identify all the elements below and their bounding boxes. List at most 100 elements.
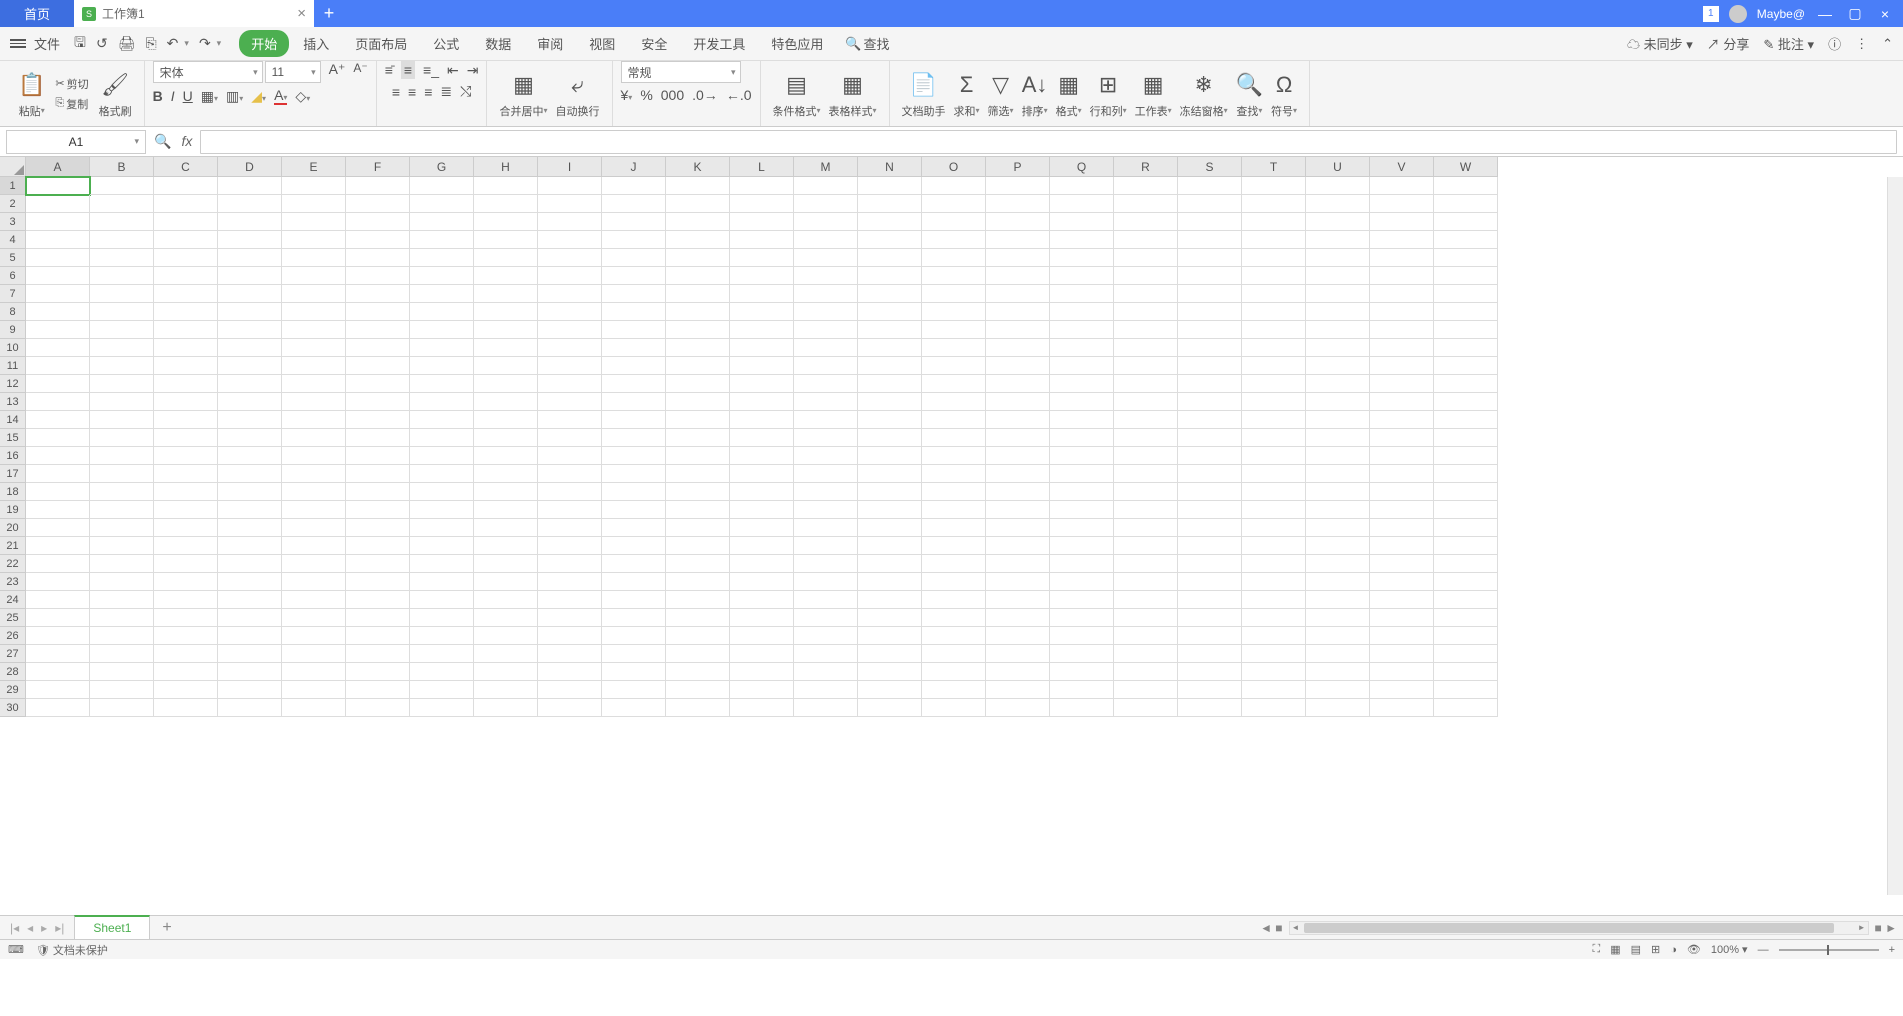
cell-T21[interactable]: [1242, 537, 1306, 555]
cell-W7[interactable]: [1434, 285, 1498, 303]
decrease-font-button[interactable]: A⁻: [353, 61, 367, 83]
cell-N26[interactable]: [858, 627, 922, 645]
cell-S12[interactable]: [1178, 375, 1242, 393]
cell-W1[interactable]: [1434, 177, 1498, 195]
cell-M12[interactable]: [794, 375, 858, 393]
cell-W16[interactable]: [1434, 447, 1498, 465]
freeze-button[interactable]: ❄冻结窗格▾: [1176, 69, 1232, 119]
cell-P10[interactable]: [986, 339, 1050, 357]
cell-K21[interactable]: [666, 537, 730, 555]
add-sheet-button[interactable]: +: [150, 919, 183, 937]
cell-D30[interactable]: [218, 699, 282, 717]
avatar[interactable]: [1729, 5, 1747, 23]
cell-S13[interactable]: [1178, 393, 1242, 411]
cell-T29[interactable]: [1242, 681, 1306, 699]
col-header-R[interactable]: R: [1114, 157, 1178, 177]
cell-U11[interactable]: [1306, 357, 1370, 375]
cell-S9[interactable]: [1178, 321, 1242, 339]
cell-U1[interactable]: [1306, 177, 1370, 195]
cell-A25[interactable]: [26, 609, 90, 627]
cell-F23[interactable]: [346, 573, 410, 591]
cell-E22[interactable]: [282, 555, 346, 573]
increase-font-button[interactable]: A⁺: [329, 61, 346, 83]
cell-E29[interactable]: [282, 681, 346, 699]
cell-S15[interactable]: [1178, 429, 1242, 447]
cell-S24[interactable]: [1178, 591, 1242, 609]
cell-W4[interactable]: [1434, 231, 1498, 249]
cell-A4[interactable]: [26, 231, 90, 249]
col-header-I[interactable]: I: [538, 157, 602, 177]
rowcol-button[interactable]: ⊞行和列▾: [1086, 69, 1131, 119]
file-menu[interactable]: 文件: [34, 34, 60, 53]
cell-U8[interactable]: [1306, 303, 1370, 321]
cell-U21[interactable]: [1306, 537, 1370, 555]
col-header-H[interactable]: H: [474, 157, 538, 177]
document-tab[interactable]: S 工作簿1 ×: [74, 0, 314, 27]
cell-L4[interactable]: [730, 231, 794, 249]
cell-K17[interactable]: [666, 465, 730, 483]
cell-N28[interactable]: [858, 663, 922, 681]
cell-N6[interactable]: [858, 267, 922, 285]
cell-U24[interactable]: [1306, 591, 1370, 609]
cell-Q29[interactable]: [1050, 681, 1114, 699]
percent-button[interactable]: %: [640, 87, 652, 103]
cell-E13[interactable]: [282, 393, 346, 411]
cell-M22[interactable]: [794, 555, 858, 573]
cell-O28[interactable]: [922, 663, 986, 681]
cell-V26[interactable]: [1370, 627, 1434, 645]
cell-H11[interactable]: [474, 357, 538, 375]
cell-F1[interactable]: [346, 177, 410, 195]
row-header-25[interactable]: 25: [0, 609, 26, 627]
cell-K12[interactable]: [666, 375, 730, 393]
zoom-level[interactable]: 100% ▾: [1711, 943, 1748, 956]
cell-T5[interactable]: [1242, 249, 1306, 267]
cell-J6[interactable]: [602, 267, 666, 285]
row-header-22[interactable]: 22: [0, 555, 26, 573]
cell-W22[interactable]: [1434, 555, 1498, 573]
cell-J1[interactable]: [602, 177, 666, 195]
cell-F22[interactable]: [346, 555, 410, 573]
cell-L25[interactable]: [730, 609, 794, 627]
cell-R2[interactable]: [1114, 195, 1178, 213]
cell-I18[interactable]: [538, 483, 602, 501]
undo-icon[interactable]: ↶: [167, 35, 179, 52]
cell-S4[interactable]: [1178, 231, 1242, 249]
cell-C5[interactable]: [154, 249, 218, 267]
paste-button[interactable]: 📋粘贴▾: [14, 69, 49, 119]
cell-E18[interactable]: [282, 483, 346, 501]
cell-N15[interactable]: [858, 429, 922, 447]
cell-B20[interactable]: [90, 519, 154, 537]
cell-U5[interactable]: [1306, 249, 1370, 267]
cell-K1[interactable]: [666, 177, 730, 195]
cell-C4[interactable]: [154, 231, 218, 249]
cell-P22[interactable]: [986, 555, 1050, 573]
underline-button[interactable]: U: [183, 88, 193, 104]
cell-N13[interactable]: [858, 393, 922, 411]
cell-B28[interactable]: [90, 663, 154, 681]
cell-I22[interactable]: [538, 555, 602, 573]
row-header-23[interactable]: 23: [0, 573, 26, 591]
cell-G18[interactable]: [410, 483, 474, 501]
cell-C16[interactable]: [154, 447, 218, 465]
cell-S29[interactable]: [1178, 681, 1242, 699]
cell-J27[interactable]: [602, 645, 666, 663]
cell-D8[interactable]: [218, 303, 282, 321]
cell-H28[interactable]: [474, 663, 538, 681]
cell-I23[interactable]: [538, 573, 602, 591]
cell-P5[interactable]: [986, 249, 1050, 267]
cell-E11[interactable]: [282, 357, 346, 375]
cell-K8[interactable]: [666, 303, 730, 321]
cell-C15[interactable]: [154, 429, 218, 447]
cell-I13[interactable]: [538, 393, 602, 411]
cell-C9[interactable]: [154, 321, 218, 339]
cell-F21[interactable]: [346, 537, 410, 555]
currency-button[interactable]: ¥▾: [621, 87, 633, 103]
cell-P19[interactable]: [986, 501, 1050, 519]
cell-V13[interactable]: [1370, 393, 1434, 411]
cell-I29[interactable]: [538, 681, 602, 699]
cell-M6[interactable]: [794, 267, 858, 285]
cell-G15[interactable]: [410, 429, 474, 447]
cell-J10[interactable]: [602, 339, 666, 357]
cell-Q3[interactable]: [1050, 213, 1114, 231]
cell-N2[interactable]: [858, 195, 922, 213]
